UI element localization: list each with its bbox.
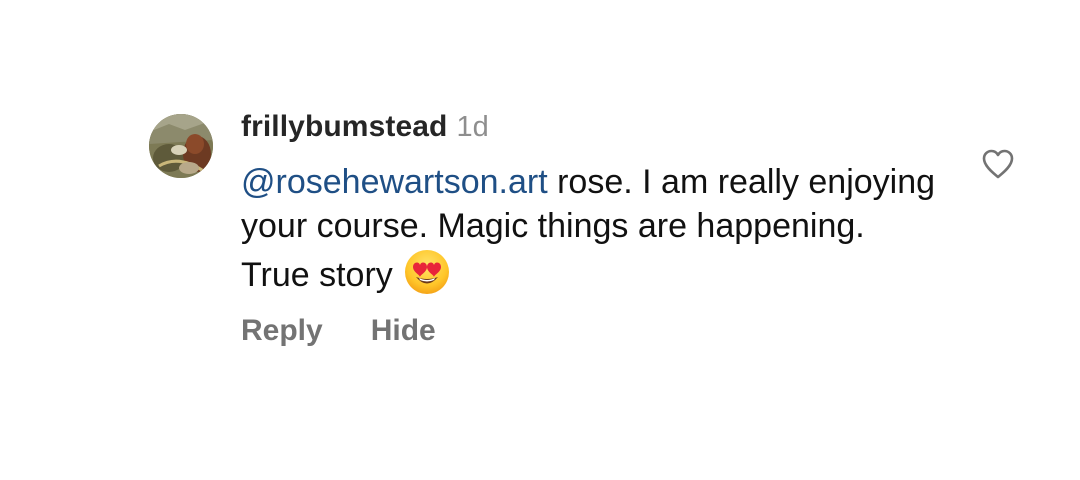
comment-text: @rosehewartson.art rose. I am really enj… [241,160,941,297]
comment-actions: Reply Hide [241,314,436,348]
hide-button[interactable]: Hide [371,314,436,348]
comment-timestamp: 1d [456,111,489,143]
reply-button[interactable]: Reply [241,314,323,348]
comment-header: frillybumstead 1d [241,110,489,150]
mention-link[interactable]: @rosehewartson.art [241,163,548,201]
comment-item: frillybumstead 1d @rosehewartson.art ros… [0,0,1080,480]
heart-eyes-emoji-icon [403,248,451,296]
like-heart-icon[interactable] [980,146,1016,182]
avatar[interactable] [149,114,213,178]
username-link[interactable]: frillybumstead [241,110,447,144]
